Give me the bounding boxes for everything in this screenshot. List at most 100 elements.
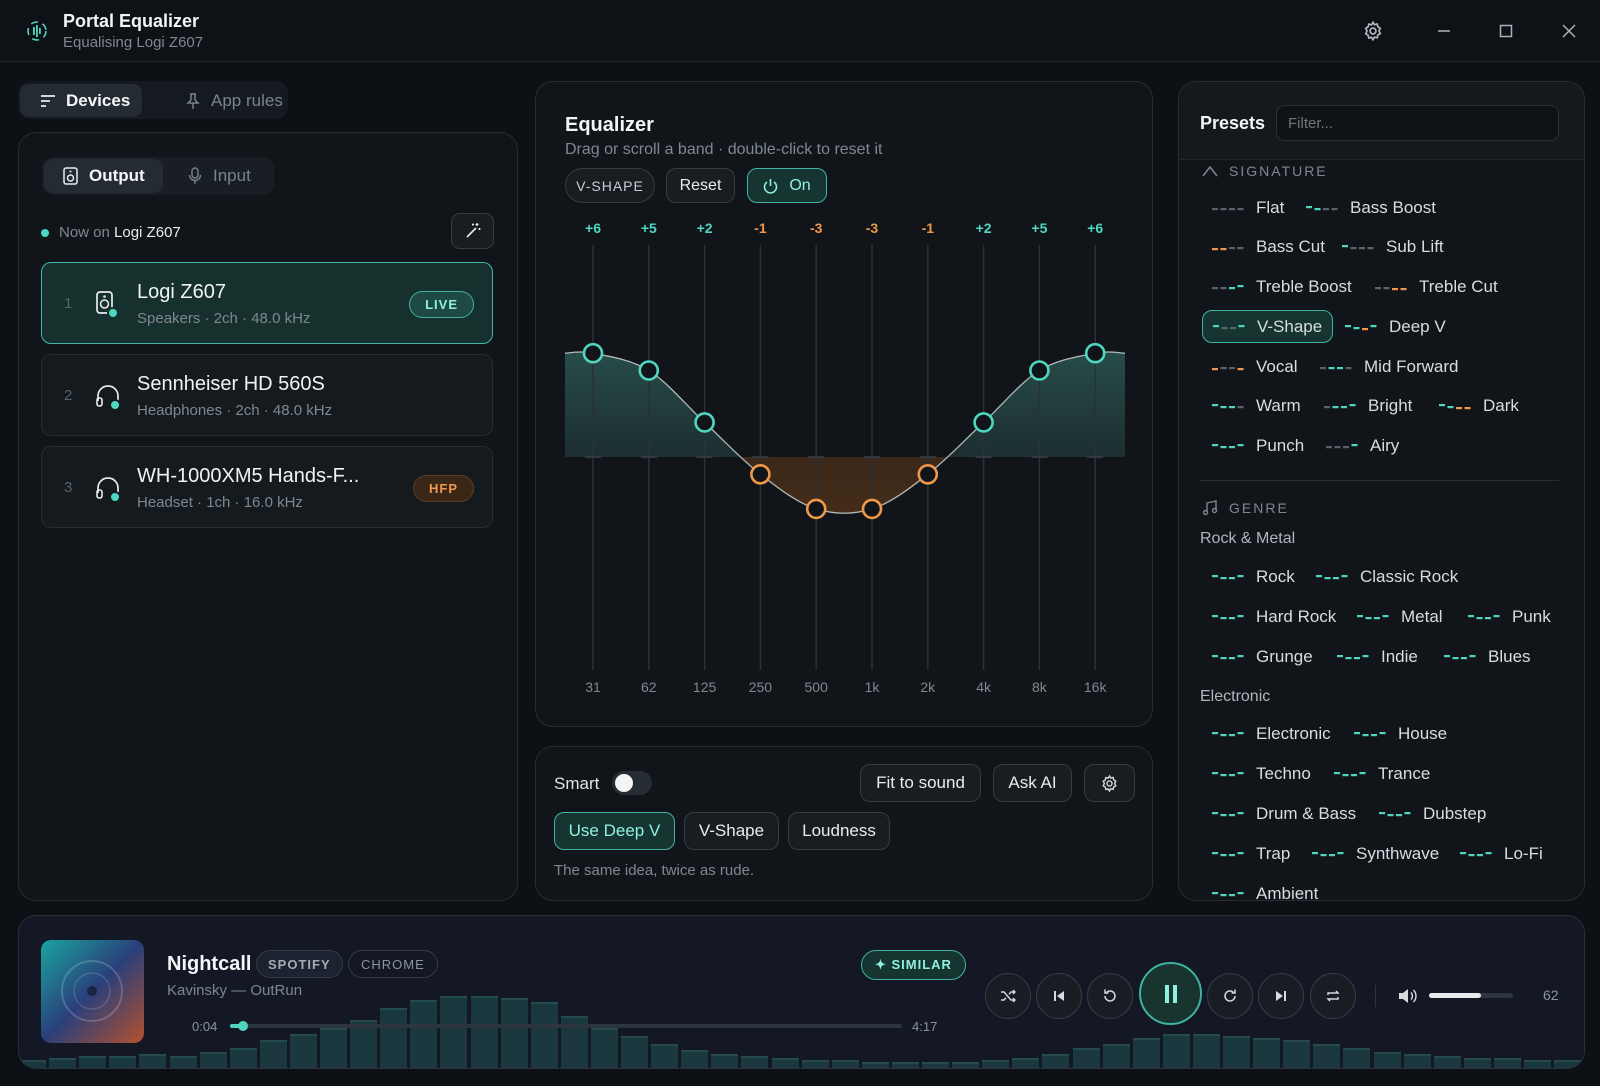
close-button[interactable] <box>1556 18 1582 44</box>
genre-section-title: GENRE <box>1202 500 1289 516</box>
preset-hard-rock[interactable]: Hard Rock <box>1212 605 1336 629</box>
tab-output[interactable]: Output <box>44 159 163 193</box>
preset-blues[interactable]: Blues <box>1444 645 1531 669</box>
preset-grunge[interactable]: Grunge <box>1212 645 1313 669</box>
preset-bass-boost[interactable]: Bass Boost <box>1306 196 1436 220</box>
preset-indie[interactable]: Indie <box>1337 645 1418 669</box>
band-handle-250[interactable] <box>750 463 771 485</box>
preset-classic-rock[interactable]: Classic Rock <box>1316 565 1458 589</box>
preset-curve-icon <box>1312 852 1344 857</box>
maximize-button[interactable] <box>1493 18 1519 44</box>
band-gain-label: +5 <box>640 220 657 236</box>
tab-devices[interactable]: Devices <box>20 84 142 117</box>
band-handle-2k[interactable] <box>917 463 939 485</box>
band-handle-16k[interactable] <box>1084 342 1106 364</box>
next-button[interactable] <box>1258 973 1304 1019</box>
preset-metal[interactable]: Metal <box>1357 605 1443 629</box>
preset-treble-boost[interactable]: Treble Boost <box>1212 275 1352 299</box>
preset-rock[interactable]: Rock <box>1212 565 1295 589</box>
headphones-icon <box>96 385 121 411</box>
preset-trap[interactable]: Trap <box>1212 842 1290 866</box>
suggestion-v-shape[interactable]: V-Shape <box>684 812 779 850</box>
fit-to-sound-button[interactable]: Fit to sound <box>860 764 981 802</box>
gear-icon <box>1102 774 1117 792</box>
play-pause-button[interactable] <box>1139 962 1202 1025</box>
elapsed-time: 0:04 <box>192 1019 218 1034</box>
preset-treble-cut[interactable]: Treble Cut <box>1375 275 1498 299</box>
previous-button[interactable] <box>1036 973 1082 1019</box>
power-toggle-button[interactable]: On <box>747 168 827 203</box>
band-handle-125[interactable] <box>694 412 715 433</box>
volume-slider[interactable] <box>1429 993 1513 998</box>
device-card-sennheiser[interactable]: 2 Sennheiser HD 560S Headphones · 2ch · … <box>41 354 493 436</box>
preset-house[interactable]: House <box>1354 722 1447 746</box>
preset-curve-icon <box>1444 655 1476 660</box>
suggestion-use-deep-v[interactable]: Use Deep V <box>554 812 675 850</box>
preset-bright[interactable]: Bright <box>1324 394 1412 418</box>
progress-knob[interactable] <box>237 1021 248 1031</box>
preset-drum-bass[interactable]: Drum & Bass <box>1212 802 1356 826</box>
presets-title: Presets <box>1200 113 1266 133</box>
preset-v-shape[interactable]: V-Shape <box>1202 310 1334 343</box>
smart-settings-button[interactable] <box>1084 764 1135 802</box>
progress-track[interactable] <box>230 1021 902 1031</box>
shuffle-button[interactable] <box>985 973 1031 1019</box>
band-handle-62[interactable] <box>638 360 660 381</box>
preset-warm[interactable]: Warm <box>1212 394 1301 418</box>
band-handle-500[interactable] <box>805 498 827 520</box>
preset-mid-forward[interactable]: Mid Forward <box>1320 355 1458 379</box>
visualizer-bar <box>79 1056 107 1068</box>
band-handle-4k[interactable] <box>973 412 994 433</box>
visualizer-bar <box>922 1062 950 1068</box>
band-handle-31[interactable] <box>582 342 604 364</box>
preset-lo-fi[interactable]: Lo-Fi <box>1460 842 1543 866</box>
preset-bass-cut[interactable]: Bass Cut <box>1212 235 1325 259</box>
tab-input[interactable]: Input <box>166 159 270 193</box>
band-frequency-label: 2k <box>920 679 936 695</box>
preset-airy[interactable]: Airy <box>1326 434 1399 458</box>
preset-vocal[interactable]: Vocal <box>1212 355 1298 379</box>
band-handle-1k[interactable] <box>861 498 883 520</box>
preset-filter-input[interactable] <box>1276 105 1559 141</box>
smart-toggle[interactable] <box>612 771 652 795</box>
section-divider <box>1200 480 1559 481</box>
preset-label: Blues <box>1488 647 1531 666</box>
eq-graph[interactable] <box>535 200 1153 700</box>
preset-dark[interactable]: Dark <box>1439 394 1519 418</box>
preset-techno[interactable]: Techno <box>1212 762 1311 786</box>
repeat-button[interactable] <box>1310 973 1356 1019</box>
forward-button[interactable] <box>1207 973 1253 1019</box>
device-name: Logi Z607 <box>137 281 226 303</box>
band-handle-8k[interactable] <box>1029 360 1050 381</box>
volume-icon[interactable] <box>1397 987 1417 1005</box>
device-card-wh1000xm5[interactable]: 3 WH-1000XM5 Hands-F... Headset · 1ch · … <box>41 446 493 528</box>
settings-button[interactable] <box>1360 18 1386 44</box>
ask-ai-button[interactable]: Ask AI <box>993 764 1072 802</box>
preset-synthwave[interactable]: Synthwave <box>1312 842 1439 866</box>
preset-deep-v[interactable]: Deep V <box>1345 315 1446 339</box>
preset-punch[interactable]: Punch <box>1212 434 1304 458</box>
visualizer-bar <box>1554 1060 1582 1068</box>
preset-flat[interactable]: Flat <box>1212 196 1284 220</box>
visualizer-bar <box>139 1054 167 1068</box>
rewind-button[interactable] <box>1087 973 1133 1019</box>
artist-album: Kavinsky — OutRun <box>167 982 303 999</box>
preset-trance[interactable]: Trance <box>1334 762 1430 786</box>
preset-ambient[interactable]: Ambient <box>1212 882 1318 906</box>
preset-sub-lift[interactable]: Sub Lift <box>1342 235 1444 259</box>
suggestion-loudness[interactable]: Loudness <box>788 812 890 850</box>
device-meta: Speakers · 2ch · 48.0 kHz <box>137 310 311 327</box>
auto-eq-button[interactable] <box>451 213 494 249</box>
device-card-logi-z607[interactable]: 1 Logi Z607 Speakers · 2ch · 48.0 kHz LI… <box>41 262 493 344</box>
tab-app-rules[interactable]: App rules <box>158 84 284 117</box>
minimize-button[interactable] <box>1431 18 1457 44</box>
microphone-icon <box>188 167 202 184</box>
preset-curve-icon <box>1337 655 1369 660</box>
preset-dubstep[interactable]: Dubstep <box>1379 802 1486 826</box>
preset-curve-icon <box>1324 404 1356 409</box>
reset-button[interactable]: Reset <box>666 168 735 203</box>
preset-punk[interactable]: Punk <box>1468 605 1551 629</box>
preset-electronic[interactable]: Electronic <box>1212 722 1331 746</box>
preset-curve-icon <box>1379 812 1411 817</box>
similar-button[interactable]: ✦ SIMILAR <box>861 950 966 980</box>
